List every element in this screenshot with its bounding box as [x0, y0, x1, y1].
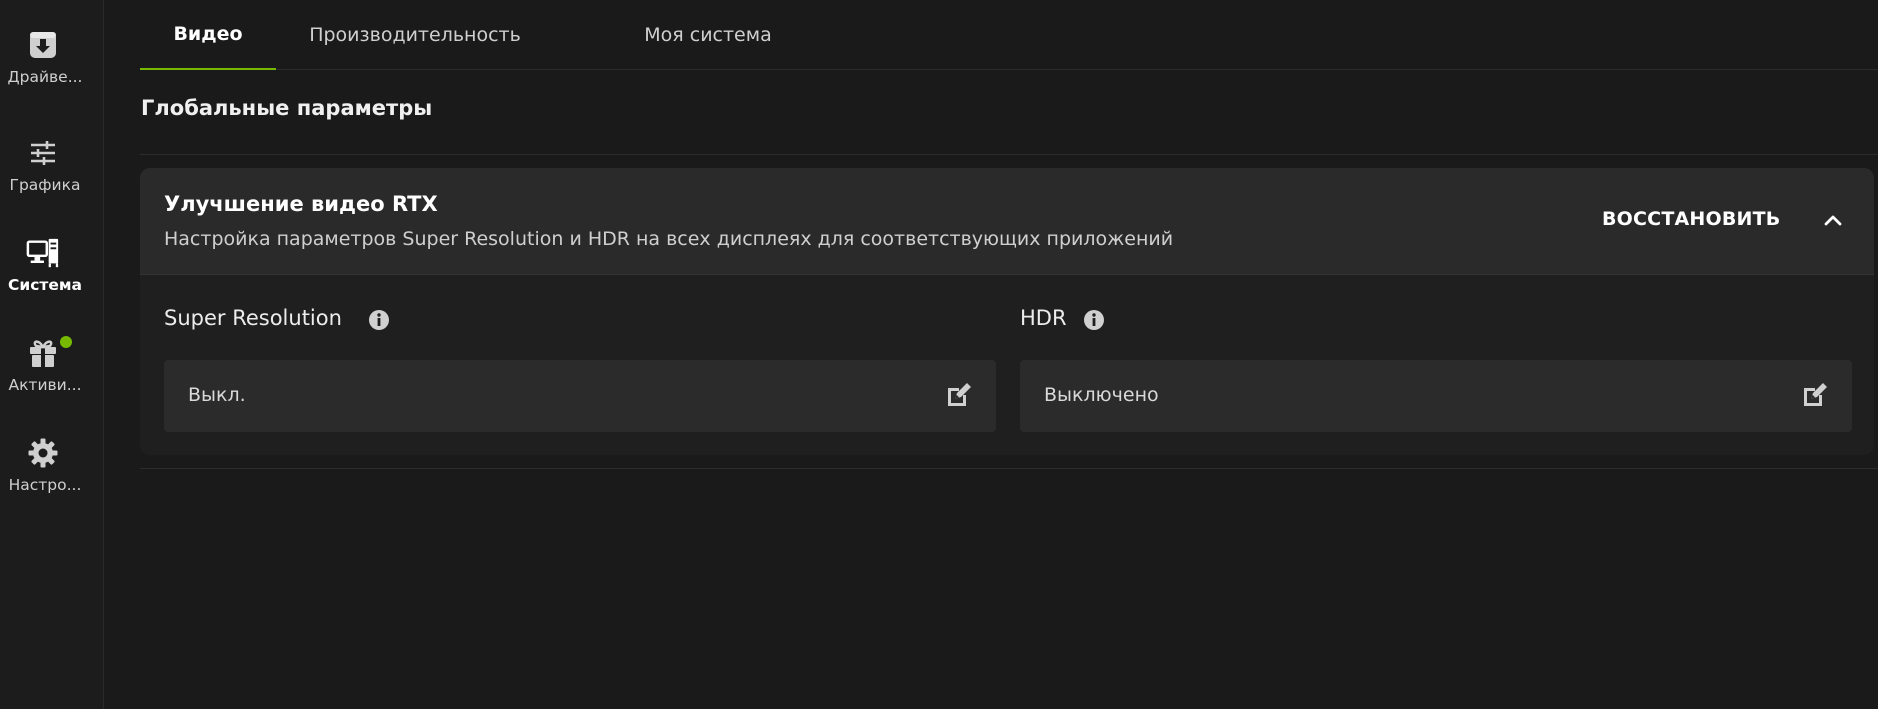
- sidebar-item-label: Графика: [9, 176, 81, 194]
- gift-icon: [26, 336, 60, 370]
- restore-button[interactable]: ВОССТАНОВИТЬ: [1602, 208, 1780, 238]
- sidebar-item-activities[interactable]: Активи...: [0, 336, 104, 426]
- info-icon[interactable]: [368, 309, 390, 331]
- hdr-label: HDR: [1020, 306, 1067, 330]
- tab-performance[interactable]: Производительность: [296, 0, 534, 70]
- download-box-icon: [26, 28, 60, 62]
- tab-bar: Видео Производительность Моя система: [140, 0, 1878, 70]
- sidebar-item-system[interactable]: Система: [0, 236, 104, 326]
- tab-my-system[interactable]: Моя система: [588, 0, 828, 70]
- rtx-video-card: Улучшение видео RTX Настройка параметров…: [140, 168, 1874, 455]
- app-window: Драйве... Графика Система Активи... Наст…: [0, 0, 1878, 709]
- edit-icon[interactable]: [1800, 382, 1828, 410]
- collapse-button[interactable]: [1816, 204, 1850, 238]
- super-resolution-label: Super Resolution: [164, 306, 342, 330]
- sidebar-item-graphics[interactable]: Графика: [0, 136, 104, 226]
- hdr-field[interactable]: Выключено: [1020, 360, 1852, 432]
- card-header: Улучшение видео RTX Настройка параметров…: [140, 168, 1874, 275]
- sidebar-item-label: Система: [7, 276, 83, 294]
- page-title: Глобальные параметры: [141, 96, 433, 120]
- super-resolution-field[interactable]: Выкл.: [164, 360, 996, 432]
- tab-video[interactable]: Видео: [140, 0, 276, 70]
- info-icon[interactable]: [1083, 309, 1105, 331]
- divider: [140, 154, 1878, 155]
- sliders-icon: [26, 136, 60, 170]
- notification-badge: [60, 336, 72, 348]
- sidebar-item-label: Драйве...: [7, 68, 83, 86]
- sidebar-item-settings[interactable]: Настро...: [0, 436, 104, 526]
- sidebar-item-label: Настро...: [8, 476, 82, 494]
- card-subtitle: Настройка параметров Super Resolution и …: [164, 228, 1174, 250]
- super-resolution-value: Выкл.: [188, 384, 246, 406]
- divider: [140, 468, 1878, 469]
- chevron-up-icon: [1823, 212, 1843, 231]
- sidebar: Драйве... Графика Система Активи... Наст…: [0, 0, 104, 709]
- card-title: Улучшение видео RTX: [164, 192, 438, 216]
- sidebar-item-label: Активи...: [8, 376, 82, 394]
- sidebar-item-drivers[interactable]: Драйве...: [0, 28, 104, 118]
- gear-icon: [26, 436, 60, 470]
- hdr-value: Выключено: [1044, 384, 1159, 406]
- monitor-tower-icon: [26, 236, 60, 270]
- edit-icon[interactable]: [944, 382, 972, 410]
